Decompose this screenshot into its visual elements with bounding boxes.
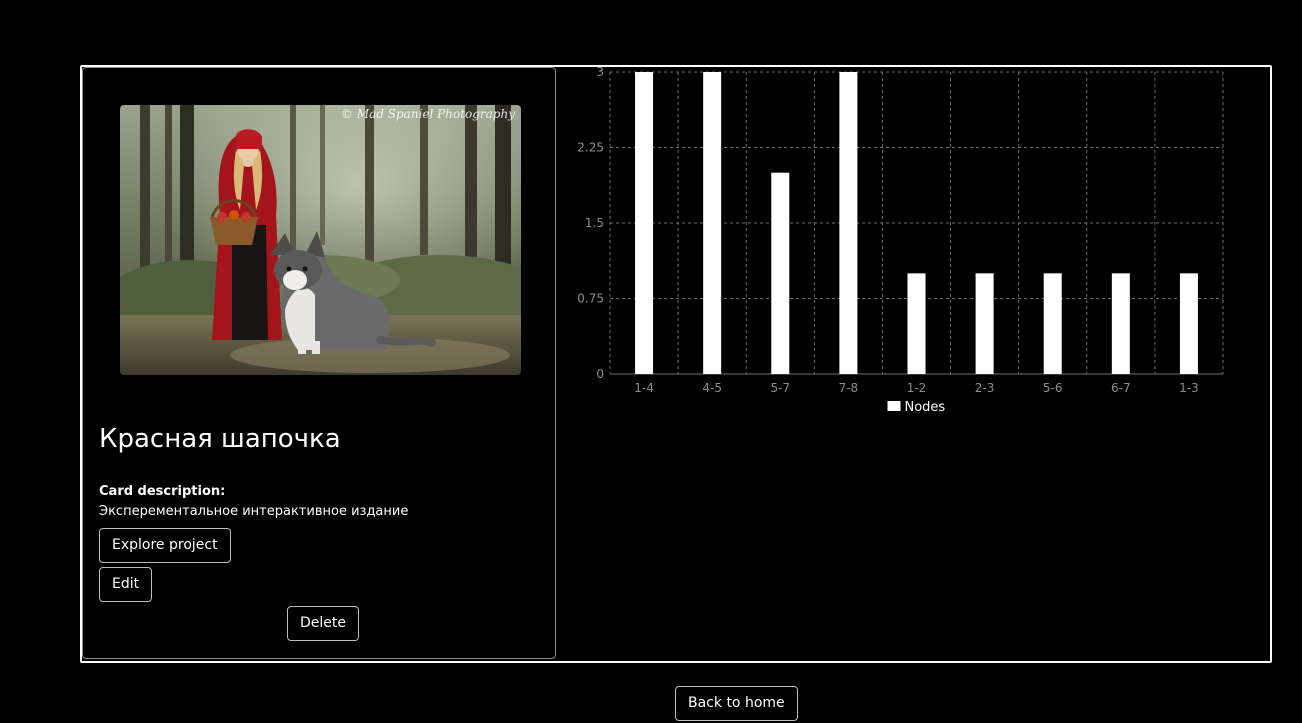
y-tick-label: 0: [596, 367, 604, 381]
y-tick-label: 0.75: [577, 292, 604, 306]
bar-6-7: [1111, 273, 1130, 374]
bar-7-8: [839, 72, 858, 374]
y-tick-label: 1.5: [585, 216, 604, 230]
description-label: Card description:: [99, 484, 226, 499]
bar-2-3: [975, 273, 994, 374]
legend-swatch: [887, 401, 901, 411]
explore-project-button[interactable]: Explore project: [99, 528, 231, 563]
x-tick-label: 5-7: [770, 381, 790, 395]
bar-1-2: [907, 273, 926, 374]
x-tick-label: 5-6: [1043, 381, 1063, 395]
edit-button[interactable]: Edit: [99, 567, 153, 602]
image-watermark: © Mad Spaniel Photography: [341, 107, 515, 121]
x-tick-label: 1-2: [907, 381, 927, 395]
y-tick-label: 3: [596, 67, 604, 79]
card-photo: [120, 105, 521, 375]
nodes-chart: 0 0.75 1.5 2.25 3 1-4 4-5 5-7 7-8 1-2 2-3 5-6 6-7 1-3…: [560, 65, 1260, 427]
x-tick-label: 1-3: [1179, 381, 1199, 395]
x-tick-label: 4-5: [702, 381, 722, 395]
project-card: © Mad Spaniel Photography Красная шапочк…: [82, 67, 556, 659]
x-tick-label: 6-7: [1111, 381, 1131, 395]
delete-button[interactable]: Delete: [287, 606, 359, 641]
x-tick-label: 2-3: [975, 381, 995, 395]
y-tick-label: 2.25: [577, 141, 604, 155]
nodes-bar-chart: 0 0.75 1.5 2.25 3 1-4 4-5 5-7 7-8 1-2 2-3 5-6 6-7 1-3…: [577, 65, 1224, 415]
bar-1-3: [1179, 273, 1198, 374]
x-tick-label: 1-4: [634, 381, 654, 395]
back-to-home-button[interactable]: Back to home: [675, 686, 798, 721]
description-text: Эксперементальное интерактивное издание: [99, 504, 409, 519]
bar-1-4: [635, 72, 654, 374]
bar-5-6: [1043, 273, 1062, 374]
card-title: Красная шапочка: [99, 424, 341, 454]
bar-4-5: [703, 72, 722, 374]
x-tick-label: 7-8: [839, 381, 859, 395]
legend-label: Nodes: [905, 400, 946, 415]
card-image: © Mad Spaniel Photography: [120, 105, 521, 375]
bar-5-7: [771, 172, 790, 374]
